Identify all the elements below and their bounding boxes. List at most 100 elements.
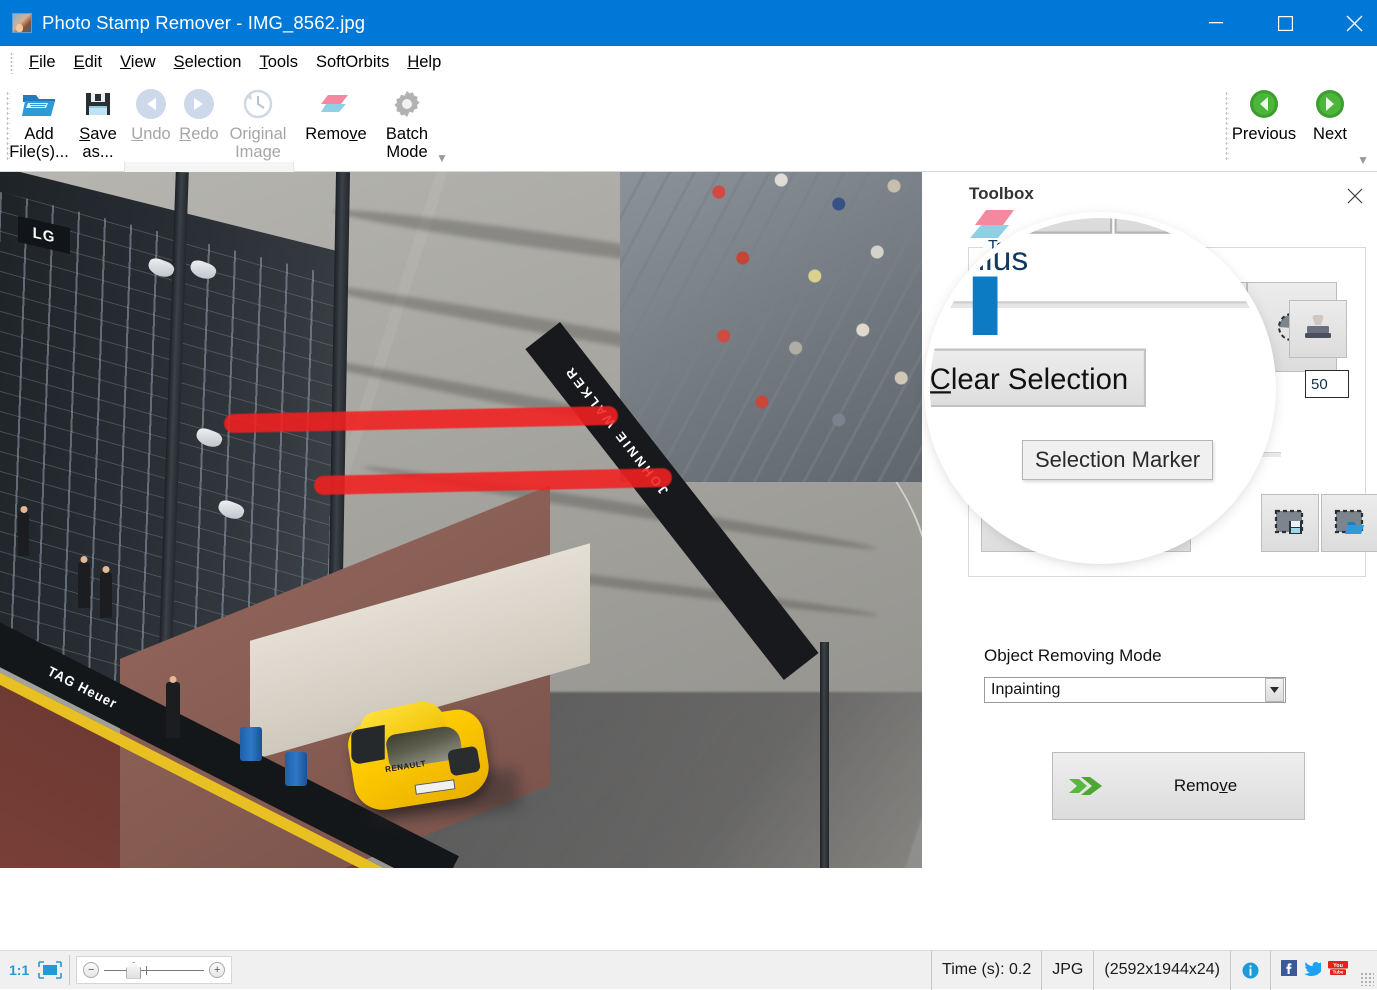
undo-label: Undo (131, 125, 170, 143)
green-left-arrow-icon (1249, 85, 1279, 123)
save-as-label: Saveas... (79, 125, 117, 161)
toolbar-remove-label: Remove (305, 125, 366, 143)
zoom-slider-track[interactable] (104, 970, 204, 971)
zoom-out-icon: − (88, 965, 94, 976)
zoom-slider-tick (146, 966, 147, 975)
toolbox-panel: Toolbox Tools (955, 172, 1377, 950)
save-selection-icon (1274, 508, 1306, 538)
menu-item-tools[interactable]: Tools (250, 50, 307, 75)
object-removing-mode-label: Object Removing Mode (984, 646, 1162, 666)
person (100, 572, 112, 618)
youtube-icon[interactable]: You Tube (1328, 960, 1348, 981)
processing-time-label: Time (s): 0.2 (931, 951, 1041, 990)
previous-label: Previous (1232, 125, 1296, 143)
menu-item-file[interactable]: File (20, 50, 65, 75)
menu-item-edit[interactable]: Edit (65, 50, 111, 75)
pencil-marker-icon (1001, 306, 1043, 348)
status-bar: 1:1 − + Time (s): 0.2 JPG (2592x1944x24) (0, 950, 1377, 989)
next-button[interactable]: Next (1303, 85, 1357, 143)
floppy-save-icon (84, 85, 112, 123)
title-bar[interactable]: Photo Stamp Remover - IMG_8562.jpg (0, 0, 1377, 46)
tool-selection-eraser[interactable] (1067, 282, 1157, 372)
facebook-icon[interactable] (1281, 960, 1297, 981)
tool-selection-marker[interactable] (977, 282, 1067, 372)
tools-groupbox: Tools (968, 247, 1366, 577)
info-button[interactable] (1230, 951, 1270, 990)
info-icon (1242, 962, 1259, 979)
toolbar-overflow-chevron-down-icon[interactable]: ▼ (436, 151, 1369, 165)
zoom-slider-control[interactable]: − + (76, 956, 232, 984)
menu-item-help[interactable]: Help (398, 50, 450, 75)
close-icon (1346, 15, 1363, 32)
add-files-button[interactable]: Add File(s)... (8, 85, 70, 161)
save-selection-button[interactable] (1261, 494, 1319, 552)
toolbar-remove-button[interactable]: Remove (298, 85, 374, 143)
light-pole (820, 642, 829, 868)
rubber-stamp-icon (1301, 312, 1335, 346)
zoom-slider-thumb[interactable] (126, 962, 141, 979)
clear-selection-button[interactable]: Clear Selection (981, 494, 1191, 552)
main-toolbar: Add File(s)... Saveas... Undo (0, 79, 1377, 172)
file-format-label: JPG (1041, 951, 1093, 990)
maximize-icon (1278, 16, 1293, 31)
gear-icon (392, 85, 422, 123)
minimize-icon (1209, 22, 1223, 24)
photo-image[interactable]: JOHNNIE WALKER LG TAG Heuer (0, 172, 922, 868)
close-button[interactable] (1331, 0, 1377, 46)
image-canvas[interactable]: JOHNNIE WALKER LG TAG Heuer (0, 172, 955, 950)
spectator-crowd (690, 172, 922, 462)
social-links: You Tube (1270, 951, 1358, 990)
resize-grip-icon[interactable] (1360, 972, 1374, 986)
car-side-livery (351, 725, 384, 765)
green-right-arrow-icon (1315, 85, 1345, 123)
load-selection-button[interactable] (1321, 494, 1377, 552)
clock-history-icon (243, 85, 273, 123)
tooltip-text: Selection Marker (1035, 447, 1200, 473)
radius-label: Radius (997, 408, 1050, 428)
person (166, 682, 180, 738)
batch-mode-label: Batch Mode (386, 125, 428, 161)
batch-mode-button[interactable]: Batch Mode (376, 85, 438, 161)
svg-text:Tube: Tube (1333, 969, 1344, 974)
menu-bar: File Edit View Selection Tools SoftOrbit… (0, 46, 1377, 79)
previous-button[interactable]: Previous (1229, 85, 1299, 143)
load-selection-icon (1334, 508, 1366, 538)
object-removing-mode-select[interactable]: Inpainting (984, 677, 1286, 703)
nav-overflow-chevron-down-icon[interactable]: ▼ (1357, 153, 1369, 167)
zoom-in-button[interactable]: + (209, 962, 225, 978)
undo-button[interactable]: Undo (128, 85, 174, 143)
menu-item-selection[interactable]: Selection (165, 50, 251, 75)
menu-item-view[interactable]: View (111, 50, 164, 75)
dashed-rectangle-icon (1179, 310, 1225, 344)
add-files-label: Add File(s)... (9, 125, 69, 161)
object-removing-mode-value: Inpainting (985, 681, 1265, 699)
person (78, 562, 90, 608)
redo-button[interactable]: Redo (176, 85, 222, 143)
minimize-button[interactable] (1193, 0, 1239, 46)
menu-drag-grip[interactable] (10, 52, 14, 74)
twitter-icon[interactable] (1304, 960, 1321, 981)
maximize-button[interactable] (1262, 0, 1308, 46)
redo-label: Redo (179, 125, 218, 143)
status-divider (69, 955, 70, 985)
clear-selection-label: Clear Selection (1032, 514, 1141, 532)
original-image-button[interactable]: Original Image (222, 85, 294, 161)
menu-item-softorbits[interactable]: SoftOrbits (307, 50, 398, 75)
save-as-button[interactable]: Saveas... (72, 85, 124, 161)
tooltip: Selection Marker (1022, 440, 1213, 480)
svg-text:You: You (1333, 963, 1343, 969)
next-label: Next (1313, 125, 1347, 143)
original-image-label: Original Image (230, 125, 287, 161)
toolbox-close-button[interactable] (1343, 184, 1367, 208)
remove-button[interactable]: Remove (1052, 752, 1305, 820)
tool-rectangle-select[interactable] (1157, 282, 1247, 372)
fit-to-window-button[interactable] (37, 960, 63, 980)
stamp-tool-button[interactable] (1289, 300, 1347, 358)
eraser-circle-icon (1090, 306, 1134, 348)
zoom-out-button[interactable]: − (83, 962, 99, 978)
redo-arrow-icon (182, 85, 216, 123)
chevron-down-icon[interactable] (1265, 678, 1284, 702)
zoom-ratio-label[interactable]: 1:1 (9, 962, 29, 978)
radius-input[interactable]: 50 (1305, 370, 1349, 398)
window-title: Photo Stamp Remover - IMG_8562.jpg (42, 12, 365, 34)
